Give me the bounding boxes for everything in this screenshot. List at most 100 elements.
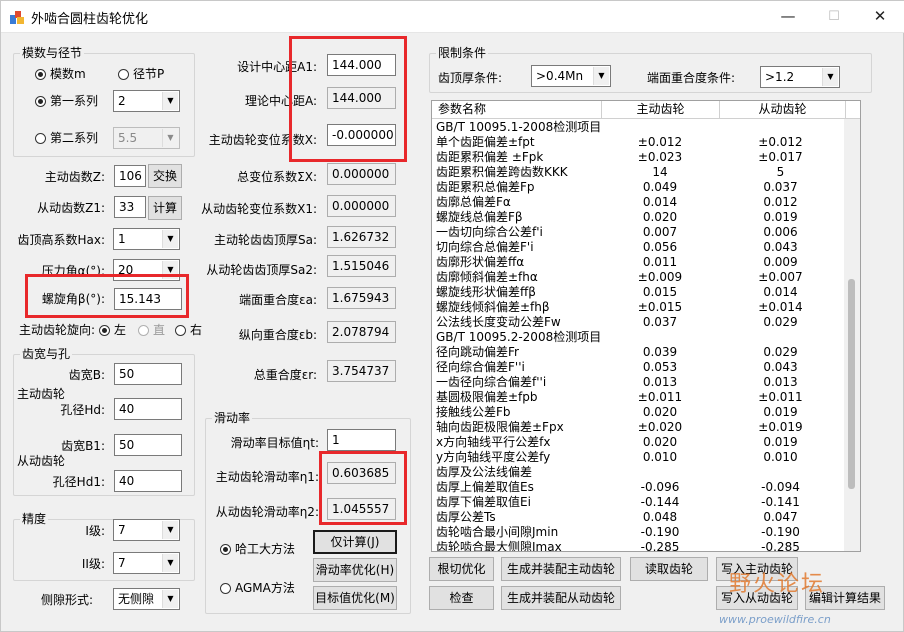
- driven-value-cell: -0.285: [761, 540, 800, 552]
- table-row[interactable]: 一齿径向综合偏差f''i 0.013 0.013: [432, 375, 846, 390]
- tip-thickness-select[interactable]: >0.4Mn ▼: [531, 65, 611, 87]
- table-row[interactable]: 径向跳动偏差Fr 0.039 0.029: [432, 345, 846, 360]
- hax-label: 齿顶高系数Hax:: [17, 233, 105, 247]
- series1-select[interactable]: 2 ▼: [113, 90, 180, 112]
- sa-value: 1.626732: [327, 226, 396, 248]
- gen-drive-gear-button[interactable]: 生成并装配主动齿轮: [501, 557, 621, 581]
- param-name-cell: 切向综合总偏差F'i: [436, 240, 534, 254]
- contact-ratio-value: >1.2: [765, 70, 795, 84]
- table-row[interactable]: 齿距累积总偏差Fp 0.049 0.037: [432, 180, 846, 195]
- hd-input[interactable]: 40: [114, 398, 182, 420]
- z1-input[interactable]: 33: [114, 196, 146, 218]
- chevron-down-icon: ▼: [162, 554, 178, 572]
- minimize-button[interactable]: —: [765, 1, 811, 33]
- drive-value-cell: ±0.012: [637, 135, 683, 149]
- table-row[interactable]: 齿厚上偏差取值Es -0.096 -0.094: [432, 480, 846, 495]
- table-row[interactable]: 公法线长度变动公差Fw 0.037 0.029: [432, 315, 846, 330]
- table-row[interactable]: 齿厚公差Ts 0.048 0.047: [432, 510, 846, 525]
- table-row[interactable]: 单个齿距偏差±fpt ±0.012 ±0.012: [432, 135, 846, 150]
- table-row[interactable]: 齿厚及公法线偏差: [432, 465, 846, 480]
- direction-straight-radio: 直: [138, 323, 165, 337]
- radio-dot: [220, 583, 231, 594]
- driven-value-cell: ±0.019: [758, 420, 803, 434]
- target-optimize-button[interactable]: 目标值优化(M): [313, 586, 397, 610]
- scrollbar-thumb[interactable]: [848, 279, 855, 489]
- table-row[interactable]: 齿距累积偏差 ±Fpk ±0.023 ±0.017: [432, 150, 846, 165]
- series2-radio[interactable]: 第二系列: [35, 131, 98, 145]
- grade-i-select[interactable]: 7 ▼: [113, 519, 180, 541]
- calc-button[interactable]: 计算: [148, 196, 182, 220]
- table-row[interactable]: GB/T 10095.1-2008检测项目: [432, 120, 846, 135]
- table-row[interactable]: 齿廓总偏差Fα 0.014 0.012: [432, 195, 846, 210]
- table-row[interactable]: 齿轮啮合最大侧隙Jmax -0.285 -0.285: [432, 540, 846, 552]
- table-row[interactable]: 齿距累积偏差跨齿数KKK 14 5: [432, 165, 846, 180]
- series1-radio[interactable]: 第一系列: [35, 94, 98, 108]
- method1-radio[interactable]: 哈工大方法: [220, 542, 295, 556]
- table-row[interactable]: 接触线公差Fb 0.020 0.019: [432, 405, 846, 420]
- b1-input[interactable]: 50: [114, 434, 182, 456]
- table-row[interactable]: 轴向齿距极限偏差±Fpx ±0.020 ±0.019: [432, 420, 846, 435]
- b-input[interactable]: 50: [114, 363, 182, 385]
- table-row[interactable]: GB/T 10095.2-2008检测项目: [432, 330, 846, 345]
- target-input[interactable]: 1: [327, 429, 396, 451]
- drive-value-cell: 0.015: [642, 285, 678, 299]
- param-name-cell: 轴向齿距极限偏差±Fpx: [436, 420, 564, 434]
- table-row[interactable]: 螺旋线倾斜偏差±fhβ ±0.015 ±0.014: [432, 300, 846, 315]
- hd1-input[interactable]: 40: [114, 470, 182, 492]
- table-row[interactable]: 齿轮啮合最小间隙Jmin -0.190 -0.190: [432, 525, 846, 540]
- drive-value-cell: 0.056: [642, 240, 678, 254]
- driven-value-cell: [719, 120, 842, 135]
- table-row[interactable]: y方向轴线平度公差fy 0.010 0.010: [432, 450, 846, 465]
- swap-button[interactable]: 交换: [148, 164, 182, 188]
- drive-value-cell: ±0.020: [637, 420, 683, 434]
- drive-value-cell: [601, 465, 719, 480]
- method2-radio[interactable]: AGMA方法: [220, 581, 295, 595]
- module-m-radio[interactable]: 模数m: [35, 67, 86, 81]
- table-row[interactable]: 齿厚下偏差取值Ei -0.144 -0.141: [432, 495, 846, 510]
- table-row[interactable]: 一齿切向综合公差f'i 0.007 0.006: [432, 225, 846, 240]
- module-p-radio[interactable]: 径节P: [118, 67, 164, 81]
- undercut-optimize-button[interactable]: 根切优化: [429, 557, 494, 581]
- contact-ratio-select[interactable]: >1.2 ▼: [760, 66, 840, 88]
- grade-ii-select[interactable]: 7 ▼: [113, 552, 180, 574]
- header-driven: 从动齿轮: [720, 101, 846, 118]
- calc-only-button[interactable]: 仅计算(J): [313, 530, 397, 554]
- n1-label: 主动齿轮滑动率η1:: [215, 470, 319, 484]
- limits-group-title: 限制条件: [436, 46, 489, 60]
- results-table[interactable]: 参数名称 主动齿轮 从动齿轮 GB/T 10095.1-2008检测项目 单个齿距…: [431, 100, 861, 552]
- read-gear-button[interactable]: 读取齿轮: [630, 557, 708, 581]
- table-row[interactable]: 螺旋线总偏差Fβ 0.020 0.019: [432, 210, 846, 225]
- table-row[interactable]: 齿廓形状偏差ffα 0.011 0.009: [432, 255, 846, 270]
- table-row[interactable]: 螺旋线形状偏差ffβ 0.015 0.014: [432, 285, 846, 300]
- close-button[interactable]: ✕: [857, 1, 903, 33]
- maximize-button[interactable]: ☐: [811, 1, 857, 33]
- param-name-cell: 齿距累积偏差 ±Fpk: [436, 150, 544, 164]
- sa2-value: 1.515046: [327, 255, 396, 277]
- direction-left-radio[interactable]: 左: [99, 323, 126, 337]
- app-icon: [10, 11, 24, 24]
- driven-value-cell: 0.043: [763, 240, 798, 254]
- table-row[interactable]: 基圆极限偏差±fpb ±0.011 ±0.011: [432, 390, 846, 405]
- target-label: 滑动率目标值ηt:: [230, 436, 319, 450]
- driven-value-cell: 0.012: [763, 195, 798, 209]
- table-row[interactable]: x方向轴线平行公差fx 0.020 0.019: [432, 435, 846, 450]
- radio-dot: [220, 544, 231, 555]
- z1-label: 从动齿数Z1:: [37, 201, 105, 215]
- tip-thickness-label: 齿顶厚条件:: [438, 71, 503, 85]
- radio-dot: [35, 69, 46, 80]
- slide-optimize-button[interactable]: 滑动率优化(H): [313, 558, 397, 582]
- gen-driven-gear-button[interactable]: 生成并装配从动齿轮: [501, 586, 621, 610]
- table-row[interactable]: 齿廓倾斜偏差±fhα ±0.009 ±0.007: [432, 270, 846, 285]
- drive-gear-label: 主动齿轮: [17, 387, 66, 401]
- driven-value-cell: -0.190: [761, 525, 800, 539]
- table-scrollbar[interactable]: [844, 119, 860, 551]
- method2-label: AGMA方法: [235, 581, 295, 595]
- check-button[interactable]: 检查: [429, 586, 494, 610]
- hax-value: 1: [118, 232, 126, 246]
- series2-select: 5.5 ▼: [113, 127, 180, 149]
- table-row[interactable]: 径向综合偏差F''i 0.053 0.043: [432, 360, 846, 375]
- hax-select[interactable]: 1 ▼: [113, 228, 180, 250]
- backlash-select[interactable]: 无侧隙 ▼: [113, 588, 180, 610]
- z-input[interactable]: 106: [114, 165, 146, 187]
- table-row[interactable]: 切向综合总偏差F'i 0.056 0.043: [432, 240, 846, 255]
